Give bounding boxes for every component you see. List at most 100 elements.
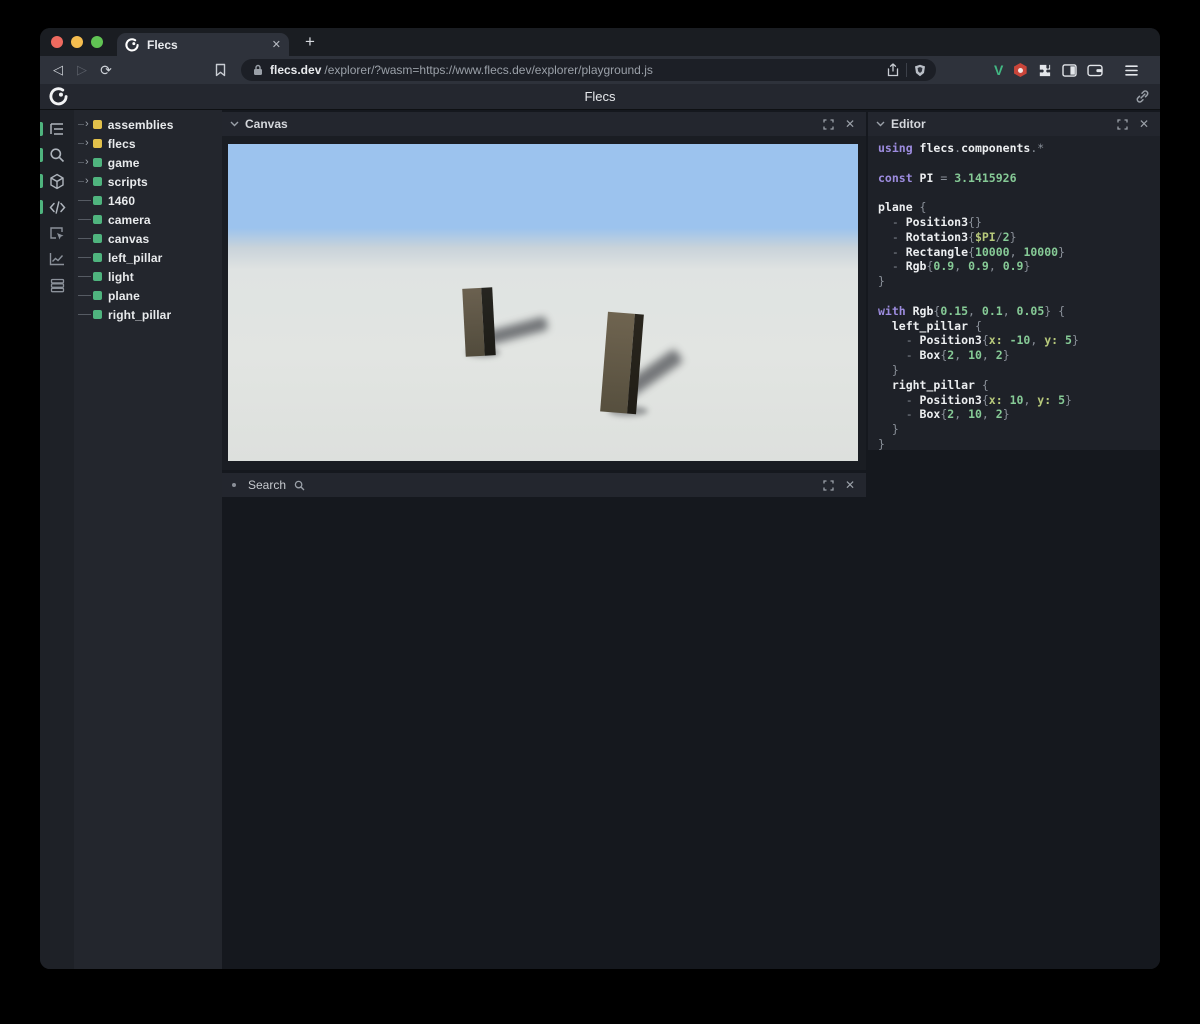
sidebar-stats-icon[interactable] [40,246,74,272]
minimize-window-button[interactable] [71,36,83,48]
browser-window: Flecs ✕ + ◁ ▷ ⟳ flecs.dev /explorer/?was… [40,28,1160,969]
expand-panel-icon[interactable] [820,477,836,493]
code-line: - Position3{x: -10, y: 5} [878,333,1079,348]
entity-color-square [92,120,102,129]
tree-item-right_pillar[interactable]: right_pillar [74,305,222,324]
expand-chevron-icon[interactable]: › [85,118,89,130]
canvas-panel-title: Canvas [245,117,288,131]
tree-item-flecs[interactable]: › flecs [74,134,222,153]
tree-item-1460[interactable]: 1460 [74,191,222,210]
tree-item-plane[interactable]: plane [74,286,222,305]
chevron-down-icon[interactable] [230,121,239,127]
back-button[interactable]: ◁ [46,62,70,78]
share-icon[interactable] [887,63,899,77]
right-pillar-mesh [600,311,644,415]
vue-devtools-icon[interactable]: V [994,62,1003,78]
code-line: - Rotation3{$PI/2} [878,229,1017,244]
sidebar-search-icon[interactable] [40,142,74,168]
new-tab-button[interactable]: + [305,28,315,56]
tree-item-label: flecs [107,136,136,151]
url-path: /explorer/?wasm=https://www.flecs.dev/ex… [324,63,653,77]
reload-button[interactable]: ⟳ [94,62,118,79]
expand-chevron-icon[interactable]: › [85,175,89,187]
menu-icon[interactable] [1125,64,1139,76]
expand-chevron-icon[interactable]: › [85,156,89,168]
tab-close-icon[interactable]: ✕ [272,38,281,51]
sidebar-toggle-icon[interactable] [1062,63,1078,77]
collapsed-marker-icon[interactable] [232,483,236,487]
sidebar-archetypes-icon[interactable] [40,272,74,298]
chevron-down-icon[interactable] [876,121,885,127]
tree-item-assemblies[interactable]: › assemblies [74,115,222,134]
expand-panel-icon[interactable] [1114,116,1130,132]
tree-item-label: canvas [108,231,150,246]
close-panel-icon[interactable]: ✕ [1136,116,1152,132]
share-link-icon[interactable] [1135,89,1150,104]
search-panel-title: Search [248,478,287,492]
code-line: const PI = 3.1415926 [878,170,1017,185]
browser-toolbar: ◁ ▷ ⟳ flecs.dev /explorer/?wasm=https://… [40,56,1160,84]
close-panel-icon[interactable]: ✕ [842,116,858,132]
code-line: } [878,422,899,437]
app-header: Flecs [40,84,1160,110]
tab-title: Flecs [147,37,178,52]
tab-bar: Flecs ✕ + [40,28,1160,56]
tree-item-label: light [108,269,134,284]
forward-button[interactable]: ▷ [70,62,94,78]
tree-item-label: 1460 [108,193,136,208]
sidebar-cube-icon[interactable] [40,168,74,194]
extension-icons: V [994,62,1139,78]
tree-item-canvas[interactable]: canvas [74,229,222,248]
sidebar-entity-tree-icon[interactable] [40,116,74,142]
tree-item-label: game [107,155,140,170]
tab-favicon-flecs-icon [125,37,139,52]
code-editor[interactable]: using flecs.components.* const PI = 3.141… [868,136,1160,450]
address-bar[interactable]: flecs.dev /explorer/?wasm=https://www.fl… [241,59,936,81]
sidebar-inspector-icon[interactable] [40,220,74,246]
sidebar-code-icon[interactable] [40,194,74,220]
zoom-window-button[interactable] [91,36,103,48]
lock-icon [253,64,263,76]
editor-panel-header: Editor ✕ [868,112,1160,136]
code-line: } [878,436,885,450]
canvas-panel-body [222,136,866,470]
tree-item-left_pillar[interactable]: left_pillar [74,248,222,267]
entity-color-square [93,291,102,300]
entity-tree: › assemblies › flecs › game › scripts 1460 camera… [74,110,222,969]
code-line: } [878,274,885,289]
code-line: } [878,362,899,377]
page-title: Flecs [584,89,616,104]
wallet-icon[interactable] [1087,64,1104,77]
search-glass-icon [294,480,305,491]
code-line: - Box{2, 10, 2} [878,407,1010,422]
tree-item-game[interactable]: › game [74,153,222,172]
bookmark-icon[interactable] [214,63,227,77]
flecs-explorer-app: Flecs › assemblies › flecs › game › scripts 1460… [40,84,1160,969]
entity-color-square [93,272,102,281]
sidebar-icon-strip [40,110,74,969]
code-line: - Position3{x: 10, y: 5} [878,392,1072,407]
tree-item-label: camera [108,212,151,227]
code-line: right_pillar { [891,377,989,392]
tree-item-label: scripts [107,174,148,189]
tree-item-light[interactable]: light [74,267,222,286]
entity-color-square [92,158,102,167]
tree-item-scripts[interactable]: › scripts [74,172,222,191]
code-line: plane { [878,200,927,215]
tab-flecs[interactable]: Flecs ✕ [117,33,289,56]
expand-panel-icon[interactable] [820,116,836,132]
3d-viewport[interactable] [228,144,858,461]
code-line: left_pillar { [891,318,982,333]
close-window-button[interactable] [51,36,63,48]
url-domain: flecs.dev [270,63,322,77]
adblock-extension-icon[interactable] [1014,63,1027,77]
brave-shield-icon[interactable] [914,64,926,77]
close-panel-icon[interactable]: ✕ [842,477,858,493]
entity-color-square [92,177,102,186]
puzzle-extensions-icon[interactable] [1037,63,1052,78]
expand-chevron-icon[interactable]: › [85,137,89,149]
code-line: with Rgb{0.15, 0.1, 0.05} { [878,303,1066,318]
tree-item-camera[interactable]: camera [74,210,222,229]
